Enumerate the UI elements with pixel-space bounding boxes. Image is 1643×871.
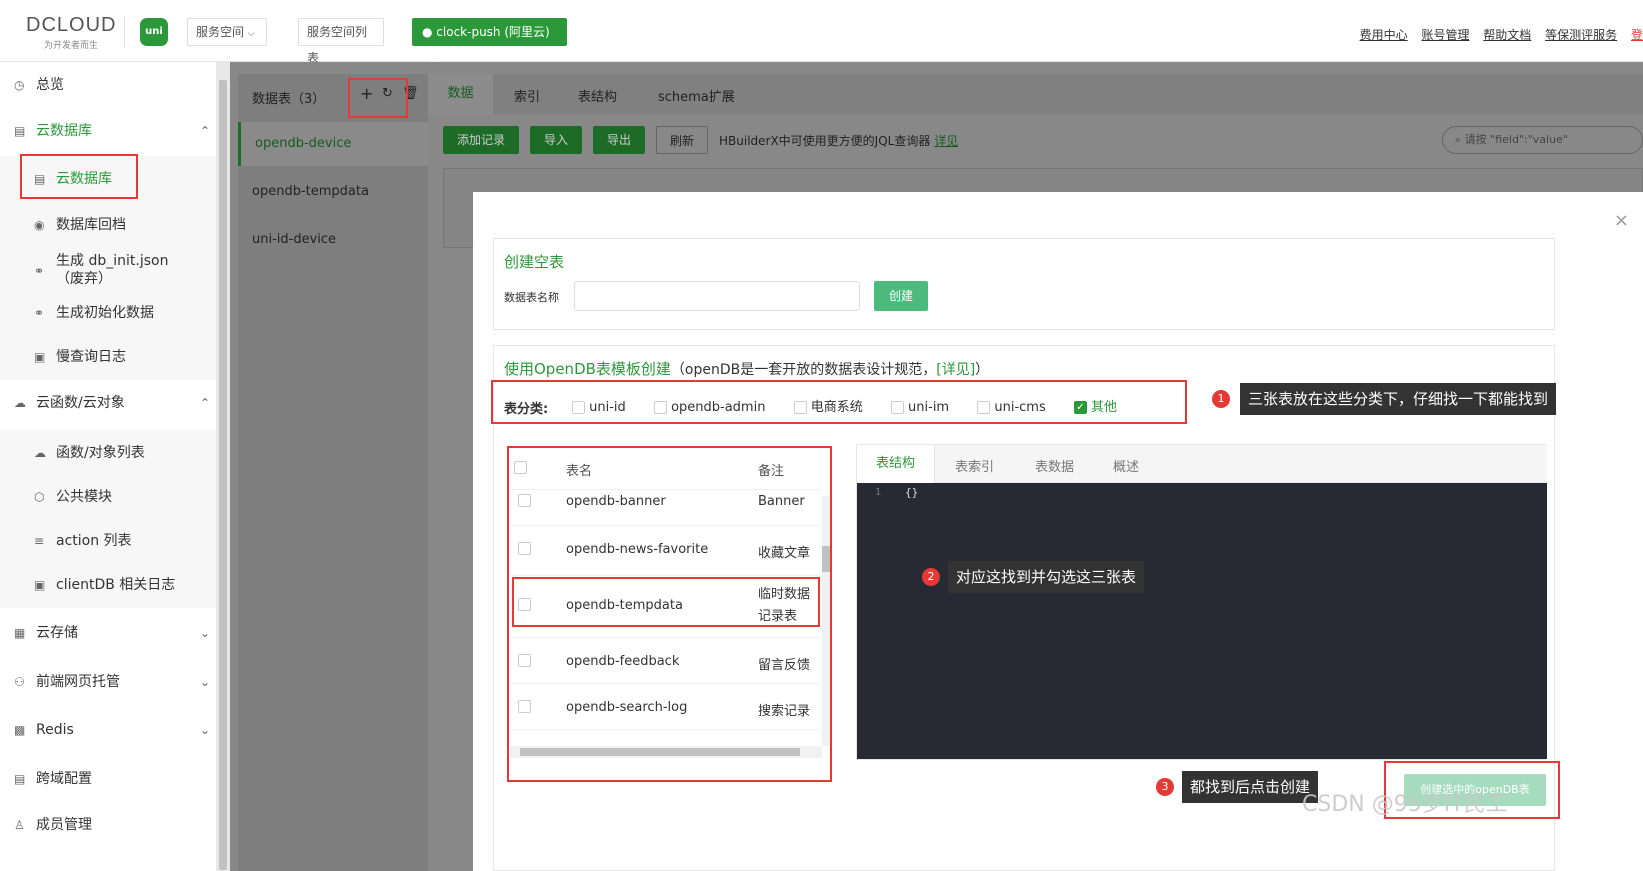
refresh-button[interactable]: 刷新 [656, 126, 708, 154]
tab-overview[interactable]: 概述 [1113, 456, 1139, 475]
dcloud-logo[interactable]: DCLOUD [26, 14, 116, 37]
schema-preview-panel: 表结构 表索引 表数据 概述 1 {} [856, 444, 1547, 760]
cloud-icon: ☁ [34, 446, 46, 460]
help-link[interactable]: 帮助文档 [1483, 28, 1531, 42]
cross-domain-icon: ▤ [14, 772, 26, 786]
template-detail-link[interactable]: [详见] [936, 362, 975, 378]
sidebar-item-function-list[interactable]: ☁ 函数/对象列表 [0, 430, 216, 476]
step-number: 1 [1212, 390, 1230, 408]
top-links: 费用中心 账号管理 帮助文档 等保测评服务 登 [1350, 26, 1643, 43]
account-link[interactable]: 账号管理 [1421, 28, 1469, 42]
logo-slogan: 为开发者而生 [44, 41, 99, 51]
chevron-down-icon: ⌄ [200, 723, 211, 737]
space-select[interactable]: 服务空间 ⌵ [187, 18, 267, 46]
table-list-title: 数据表（3） [252, 92, 326, 107]
tab-schema-ext[interactable]: schema扩展 [658, 86, 735, 105]
database-icon: ▤ [14, 124, 26, 138]
table-list-panel: 数据表（3） + ↻ 🗑 opendb-device opendb-tempda… [238, 74, 428, 871]
space-list-button[interactable]: 服务空间列表 [298, 18, 384, 65]
table-item[interactable]: uni-id-device [252, 232, 336, 247]
tab-schema[interactable]: 表结构 [578, 86, 617, 105]
chevron-down-icon: ⌵ [247, 29, 255, 39]
step-number: 3 [1156, 778, 1174, 796]
sidebar-item-members[interactable]: ♙ 成员管理 [0, 802, 216, 848]
search-icon: ⌕ [1455, 133, 1462, 146]
sidebar-scrollbar-thumb[interactable] [219, 80, 227, 870]
add-record-button[interactable]: 添加记录 [443, 126, 519, 154]
sidebar-item-action-list[interactable]: ≡ action 列表 [0, 518, 216, 564]
login-link[interactable]: 登 [1631, 28, 1643, 42]
uni-logo[interactable]: uni [140, 18, 168, 46]
create-empty-button[interactable]: 创建 [874, 281, 928, 311]
link-icon: ⚭ [34, 264, 45, 278]
annotation-callout: 三张表放在这些分类下，仔细找一下都能找到 [1240, 383, 1557, 415]
sidebar-item-slow-log[interactable]: ▣ 慢查询日志 [0, 334, 216, 380]
data-tabs: 数据 索引 表结构 schema扩展 [428, 74, 1643, 114]
annotation-callout: 都找到后点击创建 [1182, 771, 1319, 803]
tab-structure[interactable]: 表结构 [857, 445, 935, 483]
sidebar-item-cloud-storage[interactable]: ▦ 云存储 ⌄ [0, 610, 216, 656]
billing-link[interactable]: 费用中心 [1360, 28, 1408, 42]
sidebar-item-cloud-functions[interactable]: ☁ 云函数/云对象 ⌃ [0, 380, 216, 426]
highlight-box [348, 78, 408, 118]
log-icon: ▣ [34, 578, 46, 592]
import-button[interactable]: 导入 [530, 126, 582, 154]
search-input[interactable]: ⌕ 请按 "field":"value" [1442, 126, 1643, 154]
chevron-up-icon: ⌃ [200, 124, 211, 138]
step-number: 2 [922, 568, 940, 586]
redis-icon: ▩ [14, 723, 26, 737]
sidebar-item-web-hosting[interactable]: ⚇ 前端网页托管 ⌄ [0, 659, 216, 705]
sidebar-item-db-init[interactable]: ⚭ 生成 db_init.json（废弃） [0, 248, 216, 296]
jql-hint-link[interactable]: 详见 [934, 134, 958, 148]
storage-icon: ▦ [14, 626, 26, 640]
table-item-active[interactable]: opendb-device [238, 122, 428, 166]
tab-data[interactable]: 数据 [428, 74, 493, 114]
sidebar-item-clouddb[interactable]: ▤ 云数据库 ⌃ [0, 108, 216, 154]
current-space-tag[interactable]: ● clock-push (阿里云) × [412, 18, 567, 67]
web-icon: ⚇ [14, 675, 25, 689]
dashboard-icon: ◷ [14, 78, 25, 92]
cube-icon: ⬡ [34, 490, 45, 504]
highlight-box [512, 577, 820, 627]
annotation-callout: 对应这找到并勾选这三张表 [948, 561, 1145, 593]
user-icon: ♙ [14, 818, 25, 832]
cloud-icon: ☁ [14, 396, 26, 410]
top-bar: DCLOUD 为开发者而生 uni 服务空间 ⌵ 服务空间列表 ● clock-… [0, 0, 1643, 67]
detail-tabs: 表结构 表索引 表数据 概述 [857, 445, 1547, 483]
close-icon[interactable]: × [1614, 210, 1629, 231]
tab-index[interactable]: 索引 [514, 86, 540, 105]
backup-icon: ◉ [34, 218, 45, 232]
highlight-box [20, 154, 138, 199]
code-editor[interactable]: 1 {} [857, 483, 1547, 759]
list-icon: ≡ [34, 534, 45, 548]
empty-table-title: 创建空表 [504, 253, 565, 271]
tab-table-index[interactable]: 表索引 [955, 456, 994, 475]
divider [124, 16, 125, 48]
sidebar-item-init-data[interactable]: ⚭ 生成初始化数据 [0, 290, 216, 336]
sidebar-item-cross-domain[interactable]: ▤ 跨域配置 [0, 756, 216, 802]
template-heading: 使用OpenDB表模板创建（openDB是一套开放的数据表设计规范，[详见]） [504, 360, 990, 378]
chevron-down-icon: ⌄ [200, 626, 211, 640]
table-name-input[interactable] [574, 281, 860, 311]
sidebar-item-clientdb-log[interactable]: ▣ clientDB 相关日志 [0, 562, 216, 608]
empty-table-card: 创建空表 数据表名称 创建 [493, 238, 1555, 330]
table-name-label: 数据表名称 [504, 291, 559, 304]
sidebar-item-overview[interactable]: ◷ 总览 [0, 62, 216, 108]
tab-table-data[interactable]: 表数据 [1035, 456, 1074, 475]
link-icon: ⚭ [34, 306, 45, 320]
highlight-box [491, 380, 1187, 424]
chevron-up-icon: ⌃ [200, 396, 211, 410]
export-button[interactable]: 导出 [593, 126, 645, 154]
jql-hint: HBuilderX中可使用更方便的JQL查询器 详见 [719, 134, 959, 148]
table-item[interactable]: opendb-tempdata [252, 184, 369, 199]
security-link[interactable]: 等保测评服务 [1545, 28, 1617, 42]
sidebar-item-redis[interactable]: ▩ Redis ⌄ [0, 707, 216, 753]
chevron-down-icon: ⌄ [200, 675, 211, 689]
sidebar-item-db-backup[interactable]: ◉ 数据库回档 [0, 202, 216, 248]
log-icon: ▣ [34, 350, 46, 364]
sidebar-item-common-modules[interactable]: ⬡ 公共模块 [0, 474, 216, 520]
watermark: CSDN @95岁IT民工 [1302, 792, 1508, 817]
